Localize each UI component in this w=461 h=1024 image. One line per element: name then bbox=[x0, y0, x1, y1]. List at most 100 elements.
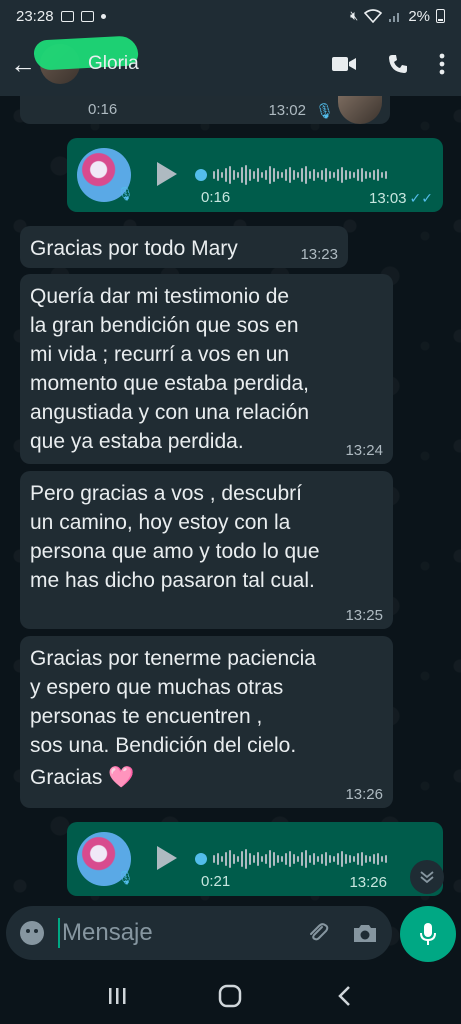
scroll-down-button[interactable] bbox=[410, 860, 444, 894]
waveform-bar bbox=[337, 853, 339, 865]
message-line: Quería dar mi testimonio de bbox=[30, 285, 290, 308]
mic-icon: 🎙︎ bbox=[117, 870, 134, 885]
emoji-icon[interactable] bbox=[20, 921, 44, 945]
waveform-bar bbox=[241, 851, 243, 867]
playhead-dot[interactable] bbox=[195, 853, 207, 865]
read-ticks-icon: ✓✓ bbox=[409, 190, 433, 206]
playhead-dot[interactable] bbox=[195, 169, 207, 181]
waveform-bar bbox=[269, 166, 271, 184]
home-icon[interactable] bbox=[210, 976, 250, 1016]
mute-icon: 🔇︎ bbox=[350, 8, 359, 23]
microphone-icon bbox=[420, 923, 436, 945]
text-message[interactable]: Pero gracias a vos , descubrí un camino,… bbox=[20, 471, 393, 629]
waveform-bar bbox=[213, 855, 215, 863]
message-line: Pero gracias a vos , descubrí bbox=[30, 482, 302, 505]
waveform-bar bbox=[293, 170, 295, 180]
voice-message[interactable]: 🎙︎ 0:21 13:26 bbox=[67, 822, 443, 896]
message-time: 13:03 ✓✓ bbox=[369, 190, 433, 207]
text-message[interactable]: Quería dar mi testimonio de la gran bend… bbox=[20, 274, 393, 464]
back-nav-icon[interactable] bbox=[324, 976, 364, 1016]
system-nav-bar bbox=[0, 968, 461, 1024]
status-bar: 23:28 🔇︎ 2% bbox=[0, 0, 461, 32]
wifi-icon bbox=[364, 9, 383, 23]
waveform-bar bbox=[377, 169, 379, 181]
waveform-bar bbox=[221, 172, 223, 178]
text-message[interactable]: Gracias por todo Mary 13:23 bbox=[20, 226, 348, 268]
waveform-bar bbox=[285, 853, 287, 865]
waveform-bar bbox=[361, 852, 363, 866]
waveform-bar bbox=[269, 850, 271, 868]
message-time: 13:24 bbox=[345, 442, 383, 459]
waveform-bar bbox=[313, 169, 315, 181]
waveform-bar bbox=[225, 852, 227, 866]
waveform-bar bbox=[225, 168, 227, 182]
signal-icon bbox=[389, 13, 400, 22]
mic-icon: 🎙︎ bbox=[314, 103, 334, 120]
message-line: Gracias 🩷 bbox=[30, 766, 135, 789]
waveform-bar bbox=[357, 169, 359, 181]
waveform-bar bbox=[261, 856, 263, 862]
camera-icon[interactable] bbox=[352, 922, 378, 944]
waveform-bar bbox=[365, 171, 367, 179]
waveform-bar bbox=[221, 856, 223, 862]
waveform-bar bbox=[325, 852, 327, 866]
waveform-bar bbox=[297, 856, 299, 862]
waveform-bar bbox=[285, 169, 287, 181]
message-input[interactable] bbox=[62, 919, 262, 947]
voice-message[interactable]: 🎙︎ 0:16 13:03 ✓✓ bbox=[67, 138, 443, 212]
voice-record-button[interactable] bbox=[400, 906, 456, 962]
message-time: 13:23 bbox=[300, 246, 338, 263]
waveform-bar bbox=[265, 854, 267, 864]
waveform-bar bbox=[229, 166, 231, 184]
waveform-bar bbox=[273, 852, 275, 866]
waveform-bar bbox=[341, 851, 343, 867]
waveform-bar bbox=[381, 172, 383, 178]
message-time: 13:26 bbox=[345, 786, 383, 803]
waveform-bar bbox=[265, 170, 267, 180]
waveform-bar bbox=[345, 170, 347, 180]
waveform-bar bbox=[321, 854, 323, 864]
waveform-bar bbox=[325, 168, 327, 182]
phone-icon[interactable] bbox=[387, 53, 409, 75]
more-vert-icon[interactable] bbox=[439, 53, 445, 75]
voice-duration: 0:21 bbox=[201, 873, 231, 890]
waveform-bar bbox=[329, 171, 331, 179]
voice-duration: 0:16 bbox=[88, 101, 118, 118]
waveform-bar bbox=[321, 170, 323, 180]
waveform-bar bbox=[249, 169, 251, 181]
message-line: persona que amo y todo lo que bbox=[30, 540, 320, 563]
paperclip-icon[interactable] bbox=[306, 921, 330, 945]
waveform-bar bbox=[365, 855, 367, 863]
video-camera-icon[interactable] bbox=[331, 55, 357, 73]
voice-waveform[interactable] bbox=[195, 164, 420, 186]
message-time: 13:25 bbox=[345, 607, 383, 624]
dot-icon bbox=[100, 13, 106, 19]
waveform-bar bbox=[333, 856, 335, 862]
waveform-bar bbox=[253, 855, 255, 863]
waveform-bar bbox=[229, 850, 231, 868]
recent-apps-icon[interactable] bbox=[97, 976, 137, 1016]
waveform-bar bbox=[381, 856, 383, 862]
waveform-bar bbox=[277, 171, 279, 179]
waveform-bar bbox=[353, 856, 355, 862]
waveform-bar bbox=[349, 855, 351, 863]
text-message[interactable]: Gracias por tenerme paciencia y espero q… bbox=[20, 636, 393, 808]
waveform-bar bbox=[289, 167, 291, 183]
arrow-left-icon[interactable]: ← bbox=[10, 49, 36, 80]
waveform-bar bbox=[261, 172, 263, 178]
waveform-bar bbox=[309, 855, 311, 863]
message-line: personas te encuentren , bbox=[30, 705, 263, 728]
waveform-bar bbox=[313, 853, 315, 865]
waveform-bar bbox=[385, 855, 387, 863]
play-icon[interactable] bbox=[157, 162, 177, 186]
message-list[interactable]: 0:16 13:02 🎙︎ 🎙︎ 0:16 13:03 ✓✓ Gracias po… bbox=[0, 96, 461, 906]
voice-waveform[interactable] bbox=[195, 848, 420, 870]
contact-name[interactable]: Gloria bbox=[88, 53, 139, 75]
message-line: me has dicho pasaron tal cual. bbox=[30, 569, 315, 592]
voice-message[interactable]: 0:16 13:02 🎙︎ bbox=[20, 96, 390, 124]
message-time: 13:26 bbox=[349, 874, 387, 891]
waveform-bar bbox=[293, 854, 295, 864]
message-line: sos una. Bendición del cielo. bbox=[30, 734, 297, 757]
waveform-bar bbox=[217, 169, 219, 181]
play-icon[interactable] bbox=[157, 846, 177, 870]
